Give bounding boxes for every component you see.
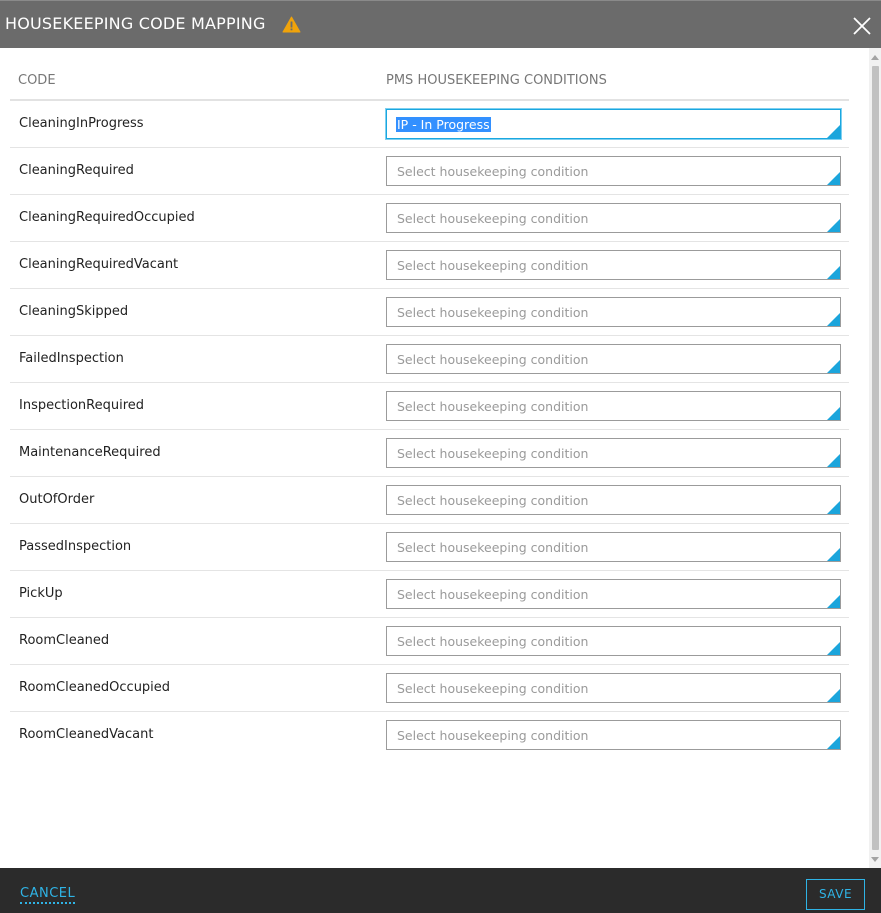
code-label: CleaningRequiredVacant [19, 257, 179, 272]
table-row: CleaningRequired Select housekeeping cond… [10, 148, 849, 195]
table-row: OutOfOrder Select housekeeping condition [10, 477, 849, 524]
code-label: RoomCleaned [19, 633, 110, 648]
housekeeping-code-mapping-dialog: HOUSEKEEPING CODE MAPPING CODE PMS HOUSE… [0, 0, 881, 913]
housekeeping-condition-select[interactable]: Select housekeeping condition [386, 156, 841, 186]
code-label: OutOfOrder [19, 492, 95, 507]
dropdown-corner-icon [827, 360, 840, 373]
dropdown-corner-icon [827, 595, 840, 608]
dialog-content: CODE PMS HOUSEKEEPING CONDITIONS Cleanin… [0, 48, 869, 868]
table-row: MaintenanceRequired Select housekeeping c… [10, 430, 849, 477]
code-label: PassedInspection [19, 539, 132, 554]
scroll-up-arrow-icon[interactable] [871, 55, 879, 60]
housekeeping-condition-select[interactable]: Select housekeeping condition [386, 532, 841, 562]
table-row: FailedInspection Select housekeeping cond… [10, 336, 849, 383]
select-placeholder: Select housekeeping condition [397, 493, 589, 508]
code-label: CleaningRequiredOccupied [19, 210, 195, 225]
table-header: CODE PMS HOUSEKEEPING CONDITIONS [10, 66, 849, 101]
select-placeholder: Select housekeeping condition [397, 258, 589, 273]
select-placeholder: Select housekeeping condition [397, 681, 589, 696]
warning-triangle-icon [282, 16, 301, 33]
dropdown-corner-icon [827, 454, 840, 467]
housekeeping-condition-select[interactable]: Select housekeeping condition [386, 344, 841, 374]
code-label: CleaningRequired [19, 163, 134, 178]
dropdown-corner-icon [827, 642, 840, 655]
dropdown-corner-icon [827, 501, 840, 514]
housekeeping-condition-select[interactable]: Select housekeeping condition [386, 579, 841, 609]
select-placeholder: Select housekeeping condition [397, 587, 589, 602]
select-placeholder: Select housekeeping condition [397, 352, 589, 367]
close-icon[interactable] [851, 15, 873, 37]
table-body: CleaningInProgress IP - In Progress Cleani… [10, 101, 849, 758]
dropdown-corner-icon [827, 313, 840, 326]
dropdown-corner-icon [827, 407, 840, 420]
table-row: CleaningRequiredOccupied Select housekeep… [10, 195, 849, 242]
housekeeping-condition-select[interactable]: Select housekeeping condition [386, 297, 841, 327]
housekeeping-condition-select[interactable]: Select housekeeping condition [386, 391, 841, 421]
dialog-titlebar: HOUSEKEEPING CODE MAPPING [0, 0, 881, 48]
dropdown-corner-icon [827, 172, 840, 185]
dropdown-corner-icon [827, 219, 840, 232]
select-placeholder: Select housekeeping condition [397, 305, 589, 320]
dialog-footer: CANCEL SAVE [0, 868, 881, 913]
table-row: CleaningRequiredVacant Select housekeepin… [10, 242, 849, 289]
dropdown-corner-icon [827, 125, 840, 138]
dropdown-corner-icon [827, 689, 840, 702]
dropdown-corner-icon [827, 736, 840, 749]
cancel-button[interactable]: CANCEL [20, 886, 76, 904]
table-row: RoomCleaned Select housekeeping condition [10, 618, 849, 665]
code-column-header: CODE [18, 73, 56, 88]
scroll-down-arrow-icon[interactable] [871, 857, 879, 862]
scrollbar-thumb[interactable] [872, 66, 879, 850]
table-row: RoomCleanedOccupied Select housekeeping c… [10, 665, 849, 712]
select-placeholder: Select housekeeping condition [397, 164, 589, 179]
housekeeping-condition-select[interactable]: Select housekeeping condition [386, 720, 841, 750]
housekeeping-condition-select[interactable]: Select housekeeping condition [386, 626, 841, 656]
dropdown-corner-icon [827, 266, 840, 279]
dialog-title: HOUSEKEEPING CODE MAPPING [5, 14, 266, 33]
code-label: CleaningSkipped [19, 304, 129, 319]
selected-condition-value: IP - In Progress [396, 117, 491, 132]
table-row: PassedInspection Select housekeeping cond… [10, 524, 849, 571]
housekeeping-condition-select[interactable]: Select housekeeping condition [386, 438, 841, 468]
code-label: CleaningInProgress [19, 116, 144, 131]
vertical-scrollbar[interactable] [869, 48, 881, 868]
select-placeholder: Select housekeeping condition [397, 728, 589, 743]
code-label: InspectionRequired [19, 398, 145, 413]
code-label: RoomCleanedOccupied [19, 680, 171, 695]
housekeeping-condition-select[interactable]: IP - In Progress [386, 109, 841, 139]
pms-column-header: PMS HOUSEKEEPING CONDITIONS [386, 73, 607, 88]
select-placeholder: Select housekeeping condition [397, 634, 589, 649]
table-row: InspectionRequired Select housekeeping co… [10, 383, 849, 430]
select-placeholder: Select housekeeping condition [397, 540, 589, 555]
table-row: CleaningSkipped Select housekeeping condi… [10, 289, 849, 336]
code-label: PickUp [19, 586, 63, 601]
save-button[interactable]: SAVE [806, 879, 865, 910]
mapping-table: CODE PMS HOUSEKEEPING CONDITIONS Cleanin… [10, 66, 849, 758]
code-label: RoomCleanedVacant [19, 727, 154, 742]
dropdown-corner-icon [827, 548, 840, 561]
code-label: FailedInspection [19, 351, 124, 366]
code-label: MaintenanceRequired [19, 445, 161, 460]
table-row: RoomCleanedVacant Select housekeeping con… [10, 712, 849, 758]
table-row: CleaningInProgress IP - In Progress [10, 101, 849, 148]
housekeeping-condition-select[interactable]: Select housekeeping condition [386, 203, 841, 233]
select-placeholder: Select housekeeping condition [397, 446, 589, 461]
select-placeholder: Select housekeeping condition [397, 399, 589, 414]
select-placeholder: Select housekeeping condition [397, 211, 589, 226]
housekeeping-condition-select[interactable]: Select housekeeping condition [386, 673, 841, 703]
table-row: PickUp Select housekeeping condition [10, 571, 849, 618]
housekeeping-condition-select[interactable]: Select housekeeping condition [386, 485, 841, 515]
housekeeping-condition-select[interactable]: Select housekeeping condition [386, 250, 841, 280]
